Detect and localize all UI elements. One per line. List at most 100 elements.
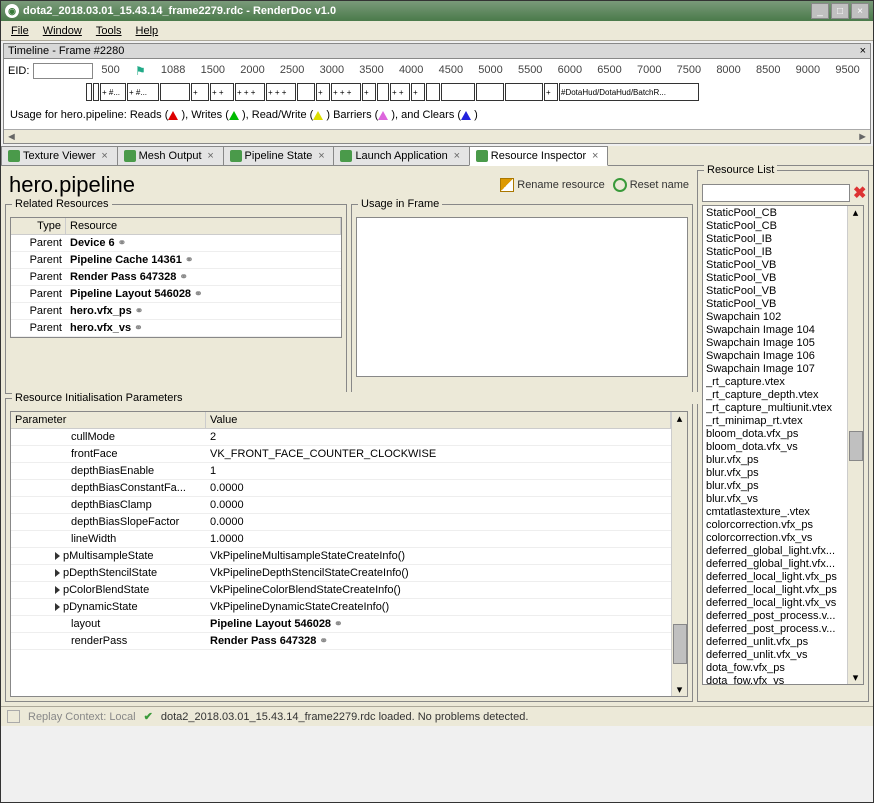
resource-list-item[interactable]: Swapchain Image 107 — [706, 363, 844, 376]
timeline-segment[interactable]: + + + — [266, 83, 296, 101]
resource-list-item[interactable]: Swapchain Image 106 — [706, 350, 844, 363]
timeline-segment[interactable] — [476, 83, 504, 101]
resource-list-item[interactable]: deferred_post_process.v... — [706, 610, 844, 623]
resource-list-item[interactable]: bloom_dota.vfx_vs — [706, 441, 844, 454]
tab-close-icon[interactable]: × — [205, 150, 217, 162]
resource-list-item[interactable]: blur.vfx_ps — [706, 454, 844, 467]
param-row[interactable]: pDepthStencilStateVkPipelineDepthStencil… — [11, 565, 671, 582]
resource-list-item[interactable]: blur.vfx_vs — [706, 493, 844, 506]
resource-list-item[interactable]: _rt_capture.vtex — [706, 376, 844, 389]
resource-list-item[interactable]: blur.vfx_ps — [706, 480, 844, 493]
tab-close-icon[interactable]: × — [589, 150, 601, 162]
tab-texture-viewer[interactable]: Texture Viewer× — [1, 146, 118, 165]
resource-list-item[interactable]: StaticPool_IB — [706, 246, 844, 259]
timeline-segment[interactable]: #DotaHud/DotaHud/BatchR... — [559, 83, 699, 101]
menu-tools[interactable]: Tools — [90, 23, 128, 39]
resource-list-item[interactable]: blur.vfx_ps — [706, 467, 844, 480]
resource-list-item[interactable]: Swapchain Image 105 — [706, 337, 844, 350]
resource-list-item[interactable]: StaticPool_CB — [706, 220, 844, 233]
resource-list-item[interactable]: bloom_dota.vfx_ps — [706, 428, 844, 441]
timeline-segment[interactable]: + #... — [100, 83, 126, 101]
related-row[interactable]: ParentPipeline Cache 14361 ⚭ — [11, 252, 341, 269]
timeline-segment[interactable]: + + — [390, 83, 410, 101]
timeline-segment[interactable]: + — [362, 83, 376, 101]
resource-list-item[interactable]: deferred_local_light.vfx_ps — [706, 571, 844, 584]
resource-list-item[interactable]: _rt_capture_depth.vtex — [706, 389, 844, 402]
expand-icon[interactable] — [55, 552, 60, 560]
timeline-segment[interactable]: + #... — [127, 83, 159, 101]
resource-list-item[interactable]: dota_fow.vfx_vs — [706, 675, 844, 685]
resource-list-item[interactable]: colorcorrection.vfx_vs — [706, 532, 844, 545]
param-row[interactable]: depthBiasClamp0.0000 — [11, 497, 671, 514]
param-row[interactable]: layoutPipeline Layout 546028 ⚭ — [11, 616, 671, 633]
tab-mesh-output[interactable]: Mesh Output× — [117, 146, 224, 165]
related-row[interactable]: ParentDevice 6 ⚭ — [11, 235, 341, 252]
resource-list-item[interactable]: dota_fow.vfx_ps — [706, 662, 844, 675]
reslist-vscroll[interactable]: ▴▾ — [847, 206, 863, 684]
param-row[interactable]: lineWidth1.0000 — [11, 531, 671, 548]
resource-list-item[interactable]: cmtatlastexture_.vtex — [706, 506, 844, 519]
timeline-segment[interactable] — [297, 83, 315, 101]
timeline-segment[interactable] — [377, 83, 389, 101]
timeline-close-icon[interactable]: × — [860, 45, 866, 57]
related-row[interactable]: ParentRender Pass 647328 ⚭ — [11, 269, 341, 286]
resource-list-item[interactable]: deferred_unlit.vfx_ps — [706, 636, 844, 649]
resource-list-item[interactable]: StaticPool_VB — [706, 259, 844, 272]
eid-input[interactable] — [33, 63, 93, 79]
param-row[interactable]: depthBiasEnable1 — [11, 463, 671, 480]
timeline-hscroll[interactable]: ◄► — [4, 129, 870, 143]
param-row[interactable]: pDynamicStateVkPipelineDynamicStateCreat… — [11, 599, 671, 616]
resource-list-item[interactable]: _rt_minimap_rt.vtex — [706, 415, 844, 428]
expand-icon[interactable] — [55, 586, 60, 594]
related-row[interactable]: ParentPipeline Layout 546028 ⚭ — [11, 286, 341, 303]
param-row[interactable]: pMultisampleStateVkPipelineMultisampleSt… — [11, 548, 671, 565]
timeline-segment[interactable] — [426, 83, 440, 101]
tab-close-icon[interactable]: × — [451, 150, 463, 162]
params-vscroll[interactable]: ▴▾ — [671, 412, 687, 696]
col-header-value[interactable]: Value — [206, 412, 671, 428]
param-row[interactable]: frontFaceVK_FRONT_FACE_COUNTER_CLOCKWISE — [11, 446, 671, 463]
resource-list-item[interactable]: StaticPool_CB — [706, 207, 844, 220]
resource-list-item[interactable]: StaticPool_VB — [706, 285, 844, 298]
resource-list-item[interactable]: Swapchain 102 — [706, 311, 844, 324]
param-row[interactable]: cullMode2 — [11, 429, 671, 446]
timeline-segment[interactable] — [93, 83, 99, 101]
minimize-button[interactable]: _ — [811, 3, 829, 19]
expand-icon[interactable] — [55, 569, 60, 577]
resource-search-input[interactable] — [702, 184, 850, 202]
maximize-button[interactable]: □ — [831, 3, 849, 19]
close-button[interactable]: × — [851, 3, 869, 19]
clear-search-icon[interactable]: ✖ — [853, 183, 866, 203]
resource-list-item[interactable]: colorcorrection.vfx_ps — [706, 519, 844, 532]
tab-pipeline-state[interactable]: Pipeline State× — [223, 146, 335, 165]
timeline-segment[interactable] — [441, 83, 475, 101]
col-header-param[interactable]: Parameter — [11, 412, 206, 428]
resource-list-item[interactable]: deferred_local_light.vfx_vs — [706, 597, 844, 610]
tab-close-icon[interactable]: × — [315, 150, 327, 162]
timeline-segment[interactable]: + — [411, 83, 425, 101]
resource-list-item[interactable]: deferred_global_light.vfx... — [706, 545, 844, 558]
menu-file[interactable]: File — [5, 23, 35, 39]
related-row[interactable]: Parenthero.vfx_vs ⚭ — [11, 320, 341, 337]
timeline-segment[interactable] — [86, 83, 92, 101]
timeline-segment[interactable]: + — [191, 83, 209, 101]
col-header-resource[interactable]: Resource — [66, 218, 341, 234]
timeline-segment[interactable]: + — [544, 83, 558, 101]
param-row[interactable]: renderPassRender Pass 647328 ⚭ — [11, 633, 671, 650]
timeline-segment[interactable]: + + + — [235, 83, 265, 101]
rename-button[interactable]: Rename resource — [500, 178, 604, 192]
resource-list-item[interactable]: deferred_post_process.v... — [706, 623, 844, 636]
resource-list-item[interactable]: StaticPool_IB — [706, 233, 844, 246]
resource-list-item[interactable]: deferred_local_light.vfx_ps — [706, 584, 844, 597]
resource-list-item[interactable]: StaticPool_VB — [706, 298, 844, 311]
param-row[interactable]: depthBiasSlopeFactor0.0000 — [11, 514, 671, 531]
param-row[interactable]: depthBiasConstantFa...0.0000 — [11, 480, 671, 497]
timeline-segment[interactable]: + — [316, 83, 330, 101]
menu-help[interactable]: Help — [130, 23, 165, 39]
tab-resource-inspector[interactable]: Resource Inspector× — [469, 146, 608, 166]
timeline-segment[interactable] — [505, 83, 543, 101]
timeline-boxes[interactable]: + #...+ #...++ ++ + ++ + +++ + +++ +++#D… — [86, 83, 866, 101]
col-header-type[interactable]: Type — [11, 218, 66, 234]
param-row[interactable]: pColorBlendStateVkPipelineColorBlendStat… — [11, 582, 671, 599]
timeline-segment[interactable]: + + — [210, 83, 234, 101]
